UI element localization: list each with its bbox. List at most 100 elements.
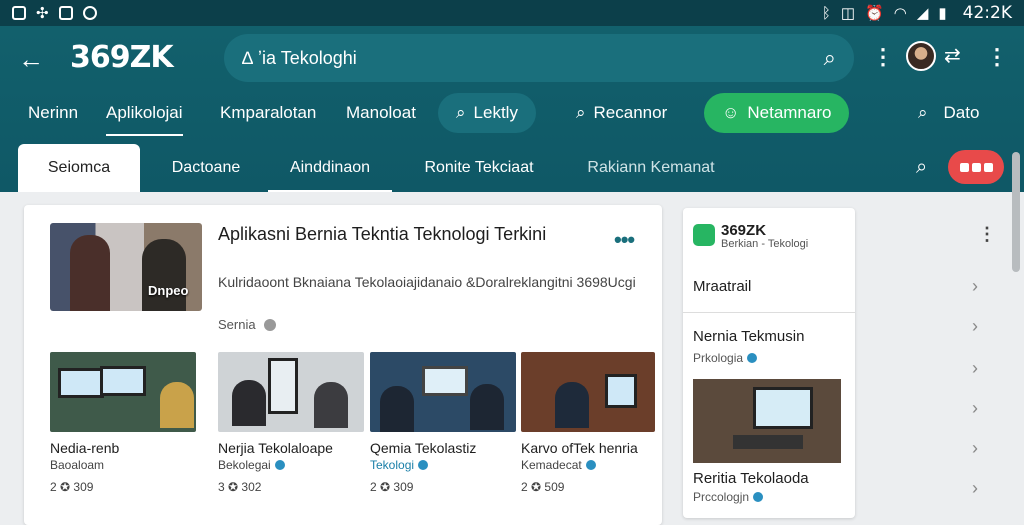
- main-article-card: Dnpeo Aplikasni Bernia Tekntia Teknologi…: [24, 205, 662, 525]
- nav-pill-netamnaro[interactable]: ☺ Netamnaro: [704, 93, 850, 133]
- side-app-subtitle: Berkian - Tekologi: [721, 238, 809, 250]
- side-thumbnail[interactable]: [693, 379, 841, 463]
- apps-grid-button[interactable]: [948, 150, 1004, 184]
- tab-label: Ainddinaon: [289, 159, 371, 176]
- app-logo[interactable]: 369ZK: [70, 40, 174, 75]
- chevron-right-icon[interactable]: ›: [972, 316, 978, 337]
- app-bar: ← 369ZK ∆ ʼia Tekologhi ⌕ ⋮ ⇄ ⋮ Nerinn A…: [0, 26, 1024, 192]
- nav-item-label: Aplikolojai: [106, 103, 183, 122]
- chevron-right-icon[interactable]: ›: [972, 438, 978, 459]
- tab-rakiann-kemanat[interactable]: Rakiann Kemanat: [578, 144, 724, 192]
- list-item[interactable]: Karvo ofTek henria Kemadecat 2 ✪ 509: [521, 352, 655, 494]
- info-icon: [263, 318, 276, 331]
- search-icon[interactable]: ⌕: [824, 45, 836, 71]
- wifi-icon: ◠: [893, 4, 907, 22]
- tile-views: 2 ✪ 309: [50, 480, 94, 494]
- overflow-menu-icon[interactable]: ⋮: [986, 44, 1008, 70]
- tab-ainddinaon[interactable]: Ainddinaon: [268, 144, 392, 192]
- photo-icon: [12, 6, 26, 20]
- tile-views: 3 ✪ 302: [218, 480, 262, 494]
- nav-item-label: Manoloat: [346, 103, 416, 122]
- side-item-title[interactable]: Reritia Tekolaoda: [693, 470, 809, 487]
- article-meta: Sernia: [218, 317, 276, 332]
- scrollbar[interactable]: [1012, 152, 1020, 272]
- nav-pill-recannor[interactable]: ⌕ Recannor: [558, 93, 685, 133]
- search-bar[interactable]: ∆ ʼia Tekologhi ⌕: [224, 34, 854, 82]
- tab-label: Dactoane: [171, 159, 241, 176]
- more-options-icon[interactable]: ⋮: [978, 224, 996, 245]
- search-icon: ⌕: [918, 103, 928, 122]
- tile-title: Nerjia Tekolaloape: [218, 440, 333, 456]
- search-icon[interactable]: ⌕: [916, 156, 927, 179]
- list-item[interactable]: Nedia-renb Baoaloam 2 ✪ 309: [50, 352, 196, 494]
- status-bar: ✣ ᛒ ◫ ⏰ ◠ ◢ ▮ 42:2K: [0, 0, 1024, 26]
- user-icon: ☺: [722, 103, 740, 122]
- chevron-right-icon[interactable]: ›: [972, 478, 978, 499]
- thumbnail: [218, 352, 364, 432]
- hero-image[interactable]: Dnpeo: [50, 223, 202, 311]
- side-item-category: Prccologjn: [693, 490, 764, 504]
- side-item-category: Prkologia: [693, 351, 758, 365]
- badge-icon: [747, 353, 758, 363]
- nav-pill-label: Netamnaro: [747, 103, 832, 122]
- tile-category: Tekologi: [370, 458, 516, 472]
- search-input[interactable]: ∆ ʼia Tekologhi: [242, 48, 824, 69]
- tab-dactoane[interactable]: Dactoane: [160, 144, 252, 192]
- logo-text: 369ZK: [70, 40, 174, 75]
- thumbnail: [370, 352, 516, 432]
- right-rail: ⋮ › › › › › ›: [856, 208, 1006, 512]
- fan-icon: ✣: [36, 4, 49, 22]
- nav-item-aplikolojai[interactable]: Aplikolojai: [106, 90, 183, 136]
- thumbnail: [521, 352, 655, 432]
- thumbnail: [50, 352, 196, 432]
- article-description: Kulridaoont Bknaiana Tekolaoiajidanaio &…: [218, 274, 636, 290]
- nav-item-kmparalotan[interactable]: Kmparalotan: [220, 90, 316, 136]
- chevron-right-icon[interactable]: ›: [972, 276, 978, 297]
- vibrate-icon: ◫: [840, 4, 856, 22]
- hero-caption: Dnpeo: [148, 283, 189, 298]
- bluetooth-icon: ᛒ: [821, 4, 831, 22]
- tab-ronite-tekciaat[interactable]: Ronite Tekciaat: [414, 144, 544, 192]
- badge-icon: [753, 492, 764, 502]
- side-app-name[interactable]: 369ZK: [721, 222, 766, 239]
- nav-pill-label: Recannor: [593, 103, 668, 122]
- list-item[interactable]: Qemia Tekolastiz Tekologi 2 ✪ 309: [370, 352, 516, 494]
- alarm-icon: ⏰: [865, 4, 884, 22]
- side-item-title[interactable]: Nernia Tekmusin: [693, 328, 804, 345]
- tile-category: Kemadecat: [521, 458, 655, 472]
- nav-item-nerinn[interactable]: Nerinn: [28, 90, 78, 136]
- nav-item-manoloat[interactable]: Manoloat: [346, 90, 416, 136]
- share-icon[interactable]: ⇄: [944, 43, 961, 68]
- signal-icon: ◢: [916, 4, 929, 22]
- tile-views: 2 ✪ 309: [370, 480, 414, 494]
- tile-category: Bekolegai: [218, 458, 364, 472]
- back-arrow-icon[interactable]: ←: [18, 44, 44, 75]
- tile-title: Nedia-renb: [50, 440, 120, 456]
- search-icon: ⌕: [456, 103, 466, 122]
- article-title[interactable]: Aplikasni Bernia Tekntia Teknologi Terki…: [218, 223, 548, 245]
- secondary-nav: Seiomca Dactoane Ainddinaon Ronite Tekci…: [0, 144, 1024, 192]
- nav-item-label: Kmparalotan: [220, 103, 317, 122]
- tab-label: Rakiann Kemanat: [587, 159, 715, 176]
- more-options-icon[interactable]: ⋮: [872, 44, 894, 70]
- tile-category: Baoaloam: [50, 458, 105, 472]
- nav-item-label: Dato: [943, 103, 980, 122]
- chevron-right-icon[interactable]: ›: [972, 398, 978, 419]
- side-section-title[interactable]: Mraatrail: [693, 278, 751, 295]
- record-icon: [82, 6, 97, 20]
- status-time: 42:2K: [962, 3, 1012, 23]
- divider: [683, 312, 855, 313]
- message-icon: [58, 6, 73, 20]
- chevron-right-icon[interactable]: ›: [972, 358, 978, 379]
- nav-item-label: Nerinn: [28, 103, 79, 122]
- more-horizontal-icon[interactable]: •••: [614, 227, 635, 253]
- tab-label: Ronite Tekciaat: [424, 159, 534, 176]
- tab-seiomca[interactable]: Seiomca: [18, 144, 140, 192]
- nav-pill-lektly[interactable]: ⌕ Lektly: [438, 93, 536, 133]
- search-icon: ⌕: [576, 103, 586, 122]
- list-item[interactable]: Nerjia Tekolaloape Bekolegai 3 ✪ 302: [218, 352, 364, 494]
- battery-icon: ▮: [938, 4, 947, 22]
- nav-item-dato[interactable]: ⌕ Dato: [918, 90, 979, 136]
- tab-label: Seiomca: [47, 159, 111, 176]
- avatar[interactable]: [906, 41, 936, 71]
